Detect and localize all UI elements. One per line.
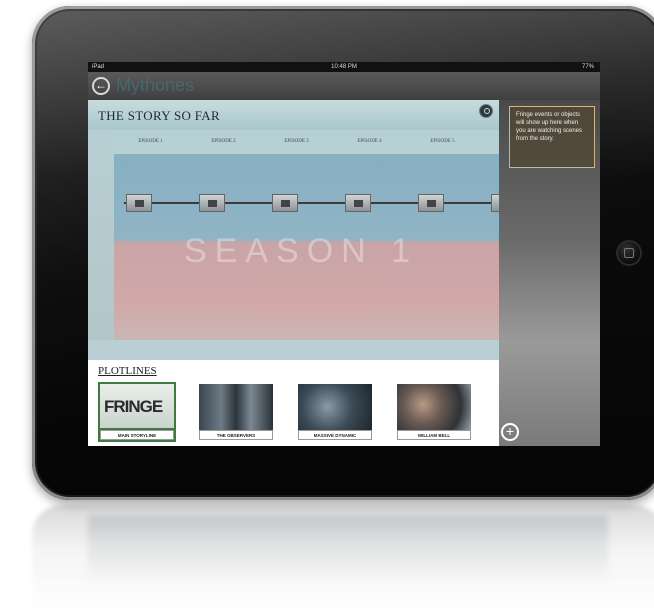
episode-label[interactable]: EPISODE 3 (260, 130, 333, 154)
episode-node[interactable] (345, 194, 371, 212)
episode-label[interactable]: EPISODE 1 (114, 130, 187, 154)
episode-label[interactable]: EPISODE 5 (406, 130, 479, 154)
status-time: 10:48 PM (331, 64, 357, 70)
screen-reflection (88, 515, 608, 585)
plotline-thumbnail (298, 384, 372, 430)
arrow-left-icon: ← (95, 78, 107, 92)
nav-bar: ← Mythones (88, 72, 600, 100)
story-panel: THE STORY SO FAR EPISODE 1 EPISODE 2 EPI… (88, 100, 519, 446)
season-label: SEASON 1 (184, 232, 419, 270)
battery-label: 77% (581, 64, 594, 70)
plotline-label: THE OBSERVERS (199, 430, 273, 440)
plotline-thumbnail: FRINGE (98, 382, 176, 432)
plotline-card-massive-dynamic[interactable]: MASSIVE DYNAMIC (298, 384, 372, 440)
episode-node[interactable] (272, 194, 298, 212)
episode-node[interactable] (199, 194, 225, 212)
episode-label[interactable]: EPISODE 2 (187, 130, 260, 154)
plus-circle-icon: + (505, 423, 515, 439)
episode-node[interactable] (418, 194, 444, 212)
plotline-card-william-bell[interactable]: WILLIAM BELL (397, 384, 471, 440)
plotline-label: MAIN STORYLINE (98, 428, 176, 442)
fringe-events-hint: Fringe events or objects will show up he… (509, 106, 595, 168)
timeline-left-strip (88, 130, 114, 340)
timeline-area[interactable]: SEASON 1 (114, 154, 499, 340)
episode-header-row: EPISODE 1 EPISODE 2 EPISODE 3 EPISODE 4 … (114, 130, 519, 154)
fringe-logo: FRINGE (104, 397, 163, 416)
back-button[interactable]: ← (92, 77, 110, 95)
episode-node[interactable] (126, 194, 152, 212)
plotline-card-the-observers[interactable]: THE OBSERVERS (199, 384, 273, 440)
plotlines-title: PLOTLINES (98, 365, 157, 377)
episode-label[interactable]: EPISODE 4 (333, 130, 406, 154)
story-title: THE STORY SO FAR (98, 108, 220, 123)
plotline-thumbnail (397, 384, 471, 430)
home-button[interactable] (616, 240, 642, 266)
plotlines-section: PLOTLINES FRINGE MAIN STORYLINE THE OBSE… (88, 360, 499, 446)
plotline-label: WILLIAM BELL (397, 430, 471, 440)
episode-node[interactable] (491, 194, 499, 212)
story-header: THE STORY SO FAR (88, 100, 499, 130)
fringe-events-panel: Fringe events or objects will show up he… (499, 100, 600, 446)
plotline-thumbnail (199, 384, 273, 430)
app-title: Mythones (116, 75, 195, 95)
status-bar: iPad 10:48 PM 77% (88, 62, 600, 72)
app-screen: iPad 10:48 PM 77% ← Mythones THE STORY S… (88, 62, 600, 446)
plotline-card-main-storyline[interactable]: FRINGE MAIN STORYLINE (98, 382, 176, 442)
plotline-label: MASSIVE DYNAMIC (298, 430, 372, 440)
settings-icon[interactable] (479, 104, 493, 118)
add-button[interactable]: + (501, 423, 519, 441)
